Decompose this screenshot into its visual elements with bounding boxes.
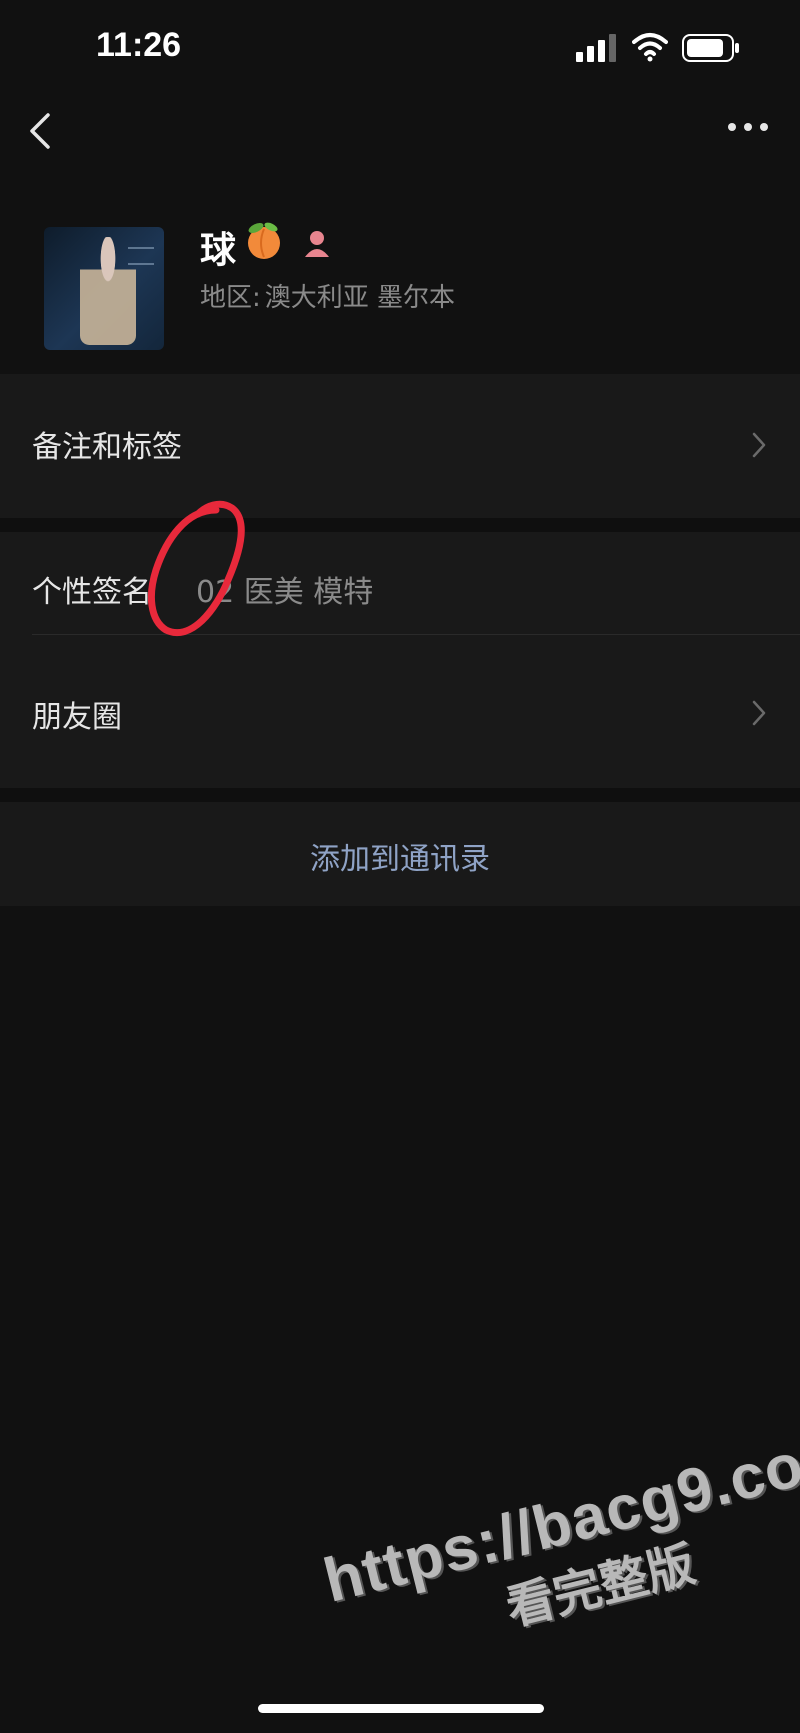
nickname: 球 [200,230,237,271]
red-annotation-circle [147,500,245,636]
wifi-icon [632,33,668,62]
remarks-tags-row[interactable]: 备注和标签 [0,374,800,518]
status-time: 11:26 [96,26,182,64]
region-line: 地区: 澳大利亚 墨尔本 [200,277,459,314]
chevron-right-icon [752,432,766,458]
chevron-right-icon[interactable] [750,698,768,728]
section-gap [0,518,800,532]
back-chevron-icon[interactable] [26,111,56,151]
avatar[interactable] [44,227,164,350]
profile-header: 球 地区: 澳大利亚 墨尔本 [0,205,800,355]
female-icon [305,231,329,257]
info-section: 个性签名 02 医美 模特 朋友圈 [0,532,800,788]
avatar-photo-backdrop-text [128,247,154,265]
nav-bar [0,95,800,165]
moments-label[interactable]: 朋友圈 [32,692,122,736]
peach-emoji-icon [248,222,280,259]
add-to-contacts-label: 添加到通讯录 [310,842,490,877]
cellular-signal-icon [576,34,616,62]
region-label: 地区: [200,283,261,313]
status-bar: 11:26 [0,0,800,95]
region-value: 澳大利亚 墨尔本 [264,283,456,313]
signature-label: 个性签名 [32,575,152,610]
remarks-tags-label: 备注和标签 [32,430,182,465]
watermark: https://bacg9.com 看完整版 [300,1364,800,1674]
more-options-icon[interactable] [726,117,770,137]
section-gap [0,788,800,802]
battery-icon [682,34,739,62]
add-to-contacts-button[interactable]: 添加到通讯录 [0,802,800,906]
home-indicator[interactable] [258,1704,544,1713]
